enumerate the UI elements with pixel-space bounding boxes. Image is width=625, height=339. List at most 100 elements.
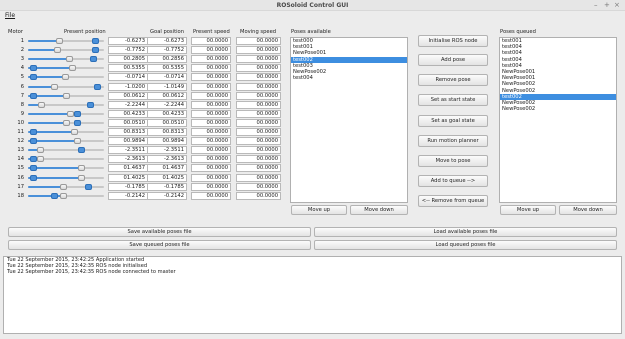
goal-position-handle[interactable] (51, 192, 58, 199)
menu-file[interactable]: File (5, 12, 15, 19)
present-position-field[interactable]: 00.2805 (108, 55, 148, 64)
goal-position-handle[interactable] (30, 156, 37, 163)
present-position-field[interactable]: -0.7752 (108, 46, 148, 55)
present-speed-field[interactable]: 00.0000 (191, 182, 231, 191)
motor-position-slider[interactable] (28, 155, 104, 163)
present-position-field[interactable]: -0.2142 (108, 191, 148, 200)
moving-speed-field[interactable]: 00.0000 (236, 91, 281, 100)
moving-speed-field[interactable]: 00.0000 (236, 118, 281, 127)
load-available-poses-button[interactable]: Load available poses file (314, 227, 617, 237)
log-panel[interactable]: Tue 22 September 2015, 23:42:25 Applicat… (3, 256, 622, 334)
present-speed-field[interactable]: 00.0000 (191, 155, 231, 164)
goal-position-handle[interactable] (30, 92, 37, 99)
present-position-field[interactable]: 01.4025 (108, 173, 148, 182)
present-position-field[interactable]: -0.1785 (108, 182, 148, 191)
available-move-up-button[interactable]: Move up (291, 205, 347, 215)
goal-position-field[interactable]: -0.1785 (147, 182, 187, 191)
moving-speed-field[interactable]: 00.0000 (236, 155, 281, 164)
moving-speed-field[interactable]: 00.0000 (236, 100, 281, 109)
motor-position-slider[interactable] (28, 83, 104, 91)
minimize-icon[interactable]: – (594, 1, 598, 9)
goal-position-field[interactable]: -2.2244 (147, 100, 187, 109)
present-position-field[interactable]: 00.5355 (108, 64, 148, 73)
run-motion-planner-button[interactable]: Run motion planner (418, 135, 488, 147)
present-position-handle[interactable] (56, 38, 63, 44)
goal-position-handle[interactable] (30, 138, 37, 145)
goal-position-field[interactable]: 01.4637 (147, 164, 187, 173)
goal-position-handle[interactable] (30, 174, 37, 181)
present-position-handle[interactable] (63, 92, 70, 99)
present-speed-field[interactable]: 00.0000 (191, 37, 231, 45)
present-position-handle[interactable] (62, 74, 69, 81)
present-speed-field[interactable]: 00.0000 (191, 137, 231, 146)
present-speed-field[interactable]: 00.0000 (191, 46, 231, 55)
goal-position-field[interactable]: -2.3613 (147, 155, 187, 164)
moving-speed-field[interactable]: 00.0000 (236, 164, 281, 173)
motor-position-slider[interactable] (28, 46, 104, 54)
goal-position-field[interactable]: -2.3511 (147, 146, 187, 155)
present-speed-field[interactable]: 00.0000 (191, 164, 231, 173)
present-position-handle[interactable] (60, 192, 67, 199)
present-speed-field[interactable]: 00.0000 (191, 91, 231, 100)
goal-position-handle[interactable] (85, 183, 92, 190)
add-to-queue-button[interactable]: Add to queue --> (418, 175, 488, 187)
save-queued-poses-button[interactable]: Save queued poses file (8, 240, 311, 250)
remove-from-queue-button[interactable]: <-- Remove from queue (418, 195, 488, 207)
queued-move-up-button[interactable]: Move up (500, 205, 556, 215)
goal-position-field[interactable]: -0.6273 (147, 37, 187, 45)
remove-pose-button[interactable]: Remove pose (418, 74, 488, 86)
goal-position-handle[interactable] (30, 74, 37, 81)
present-speed-field[interactable]: 00.0000 (191, 55, 231, 64)
goal-position-handle[interactable] (30, 129, 37, 135)
present-position-handle[interactable] (37, 147, 44, 154)
present-speed-field[interactable]: 00.0000 (191, 100, 231, 109)
present-position-handle[interactable] (71, 129, 78, 135)
goal-position-field[interactable]: 00.9894 (147, 137, 187, 146)
maximize-icon[interactable]: + (604, 1, 610, 9)
move-to-pose-button[interactable]: Move to pose (418, 155, 488, 167)
goal-position-field[interactable]: -1.0149 (147, 82, 187, 91)
goal-position-field[interactable]: -0.2142 (147, 191, 187, 200)
goal-position-handle[interactable] (94, 83, 101, 90)
goal-position-field[interactable]: 00.5355 (147, 64, 187, 73)
goal-position-handle[interactable] (74, 110, 81, 117)
motor-position-slider[interactable] (28, 119, 104, 127)
goal-position-field[interactable]: -0.7752 (147, 46, 187, 55)
present-position-field[interactable]: 01.4637 (108, 164, 148, 173)
goal-position-handle[interactable] (74, 119, 81, 126)
moving-speed-field[interactable]: 00.0000 (236, 73, 281, 82)
goal-position-handle[interactable] (78, 147, 85, 154)
goal-position-field[interactable]: 00.0510 (147, 118, 187, 127)
present-position-field[interactable]: -2.3511 (108, 146, 148, 155)
present-position-handle[interactable] (60, 183, 67, 190)
moving-speed-field[interactable]: 00.0000 (236, 109, 281, 118)
present-position-handle[interactable] (63, 119, 70, 126)
set-start-state-button[interactable]: Set as start state (418, 94, 488, 106)
present-speed-field[interactable]: 00.0000 (191, 128, 231, 136)
motor-position-slider[interactable] (28, 73, 104, 81)
present-position-handle[interactable] (69, 65, 76, 72)
present-position-field[interactable]: 00.4233 (108, 109, 148, 118)
moving-speed-field[interactable]: 00.0000 (236, 37, 281, 45)
goal-position-field[interactable]: 01.4025 (147, 173, 187, 182)
poses-available-list[interactable]: test000 test001 NewPose001 test002 test003 Ne… (290, 37, 408, 203)
present-speed-field[interactable]: 00.0000 (191, 118, 231, 127)
motor-position-slider[interactable] (28, 110, 104, 118)
moving-speed-field[interactable]: 00.0000 (236, 64, 281, 73)
save-available-poses-button[interactable]: Save available poses file (8, 227, 311, 237)
moving-speed-field[interactable]: 00.0000 (236, 182, 281, 191)
goal-position-handle[interactable] (92, 47, 99, 54)
moving-speed-field[interactable]: 00.0000 (236, 146, 281, 155)
present-speed-field[interactable]: 00.0000 (191, 64, 231, 73)
present-position-handle[interactable] (54, 47, 61, 54)
motor-position-slider[interactable] (28, 128, 104, 136)
motor-position-slider[interactable] (28, 37, 104, 45)
init-ros-button[interactable]: Initialise ROS node (418, 35, 488, 47)
present-position-handle[interactable] (78, 174, 85, 181)
goal-position-handle[interactable] (90, 56, 97, 63)
goal-position-field[interactable]: 00.4233 (147, 109, 187, 118)
goal-position-handle[interactable] (30, 165, 37, 172)
motor-position-slider[interactable] (28, 174, 104, 182)
present-position-handle[interactable] (67, 110, 74, 117)
goal-position-field[interactable]: 00.2856 (147, 55, 187, 64)
